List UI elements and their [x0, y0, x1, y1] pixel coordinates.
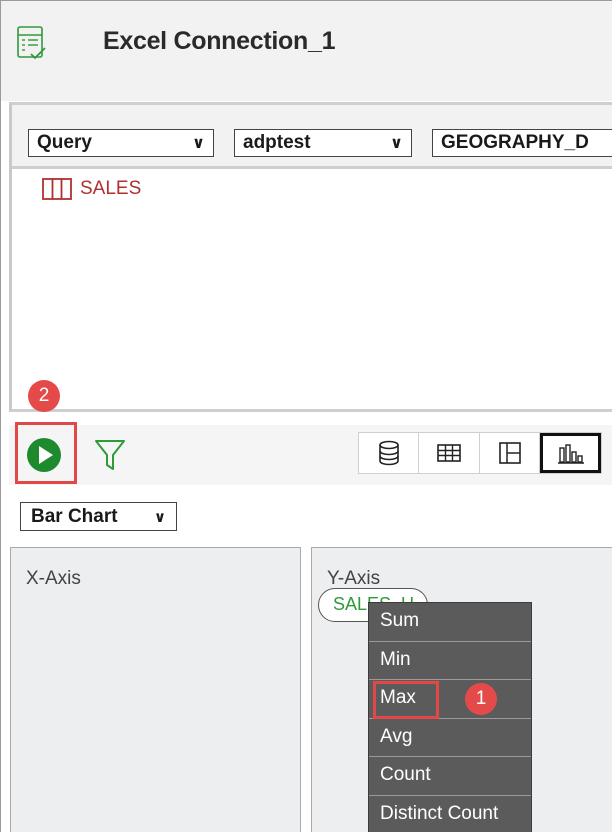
y-axis-label: Y-Axis — [327, 568, 381, 589]
query-type-value: Query — [37, 132, 92, 153]
x-axis-label: X-Axis — [26, 568, 81, 589]
query-type-select[interactable]: Query ∨ — [28, 129, 214, 157]
layout-view-button[interactable] — [479, 433, 541, 473]
table-view-button[interactable] — [419, 433, 480, 473]
table-list-item[interactable]: SALES — [42, 178, 141, 200]
step-badge-1: 1 — [465, 683, 497, 715]
menu-item-distinct-count[interactable]: Distinct Count — [369, 796, 531, 832]
chevron-down-icon: ∨ — [390, 135, 403, 152]
connection-title: Excel Connection_1 — [103, 27, 336, 55]
play-icon[interactable] — [25, 436, 63, 474]
menu-item-sum[interactable]: Sum — [369, 603, 531, 642]
table-value: GEOGRAPHY_D — [441, 132, 589, 153]
chevron-down-icon: ∨ — [153, 509, 166, 526]
menu-item-count[interactable]: Count — [369, 757, 531, 796]
schema-value: adptest — [243, 132, 311, 153]
x-axis-dropzone[interactable]: X-Axis — [10, 547, 301, 832]
table-icon — [42, 178, 72, 200]
chart-view-button[interactable] — [540, 433, 601, 473]
table-select[interactable]: GEOGRAPHY_D — [432, 129, 612, 157]
schema-select[interactable]: adptest ∨ — [234, 129, 412, 157]
menu-item-avg[interactable]: Avg — [369, 719, 531, 757]
query-panel: Query ∨ adptest ∨ GEOGRAPHY_D SALES — [9, 102, 612, 412]
menu-item-min[interactable]: Min — [369, 642, 531, 680]
connection-header: Excel Connection_1 — [1, 1, 612, 101]
chart-type-select[interactable]: Bar Chart ∨ — [20, 502, 177, 531]
chevron-down-icon: ∨ — [192, 135, 205, 152]
table-list-label: SALES — [80, 178, 142, 199]
chart-type-value: Bar Chart — [31, 506, 118, 527]
filter-icon[interactable] — [94, 437, 126, 473]
view-toggle-group — [358, 432, 602, 474]
database-icon — [378, 440, 399, 466]
step-badge-2: 2 — [28, 380, 60, 412]
table-view-icon — [437, 444, 462, 462]
database-view-button[interactable] — [359, 433, 420, 473]
bar-chart-icon — [557, 444, 584, 464]
layout-icon — [498, 442, 521, 464]
selector-bar: Query ∨ adptest ∨ GEOGRAPHY_D — [12, 105, 612, 169]
max-highlight-box — [373, 681, 439, 719]
excel-connection-icon — [17, 26, 46, 60]
